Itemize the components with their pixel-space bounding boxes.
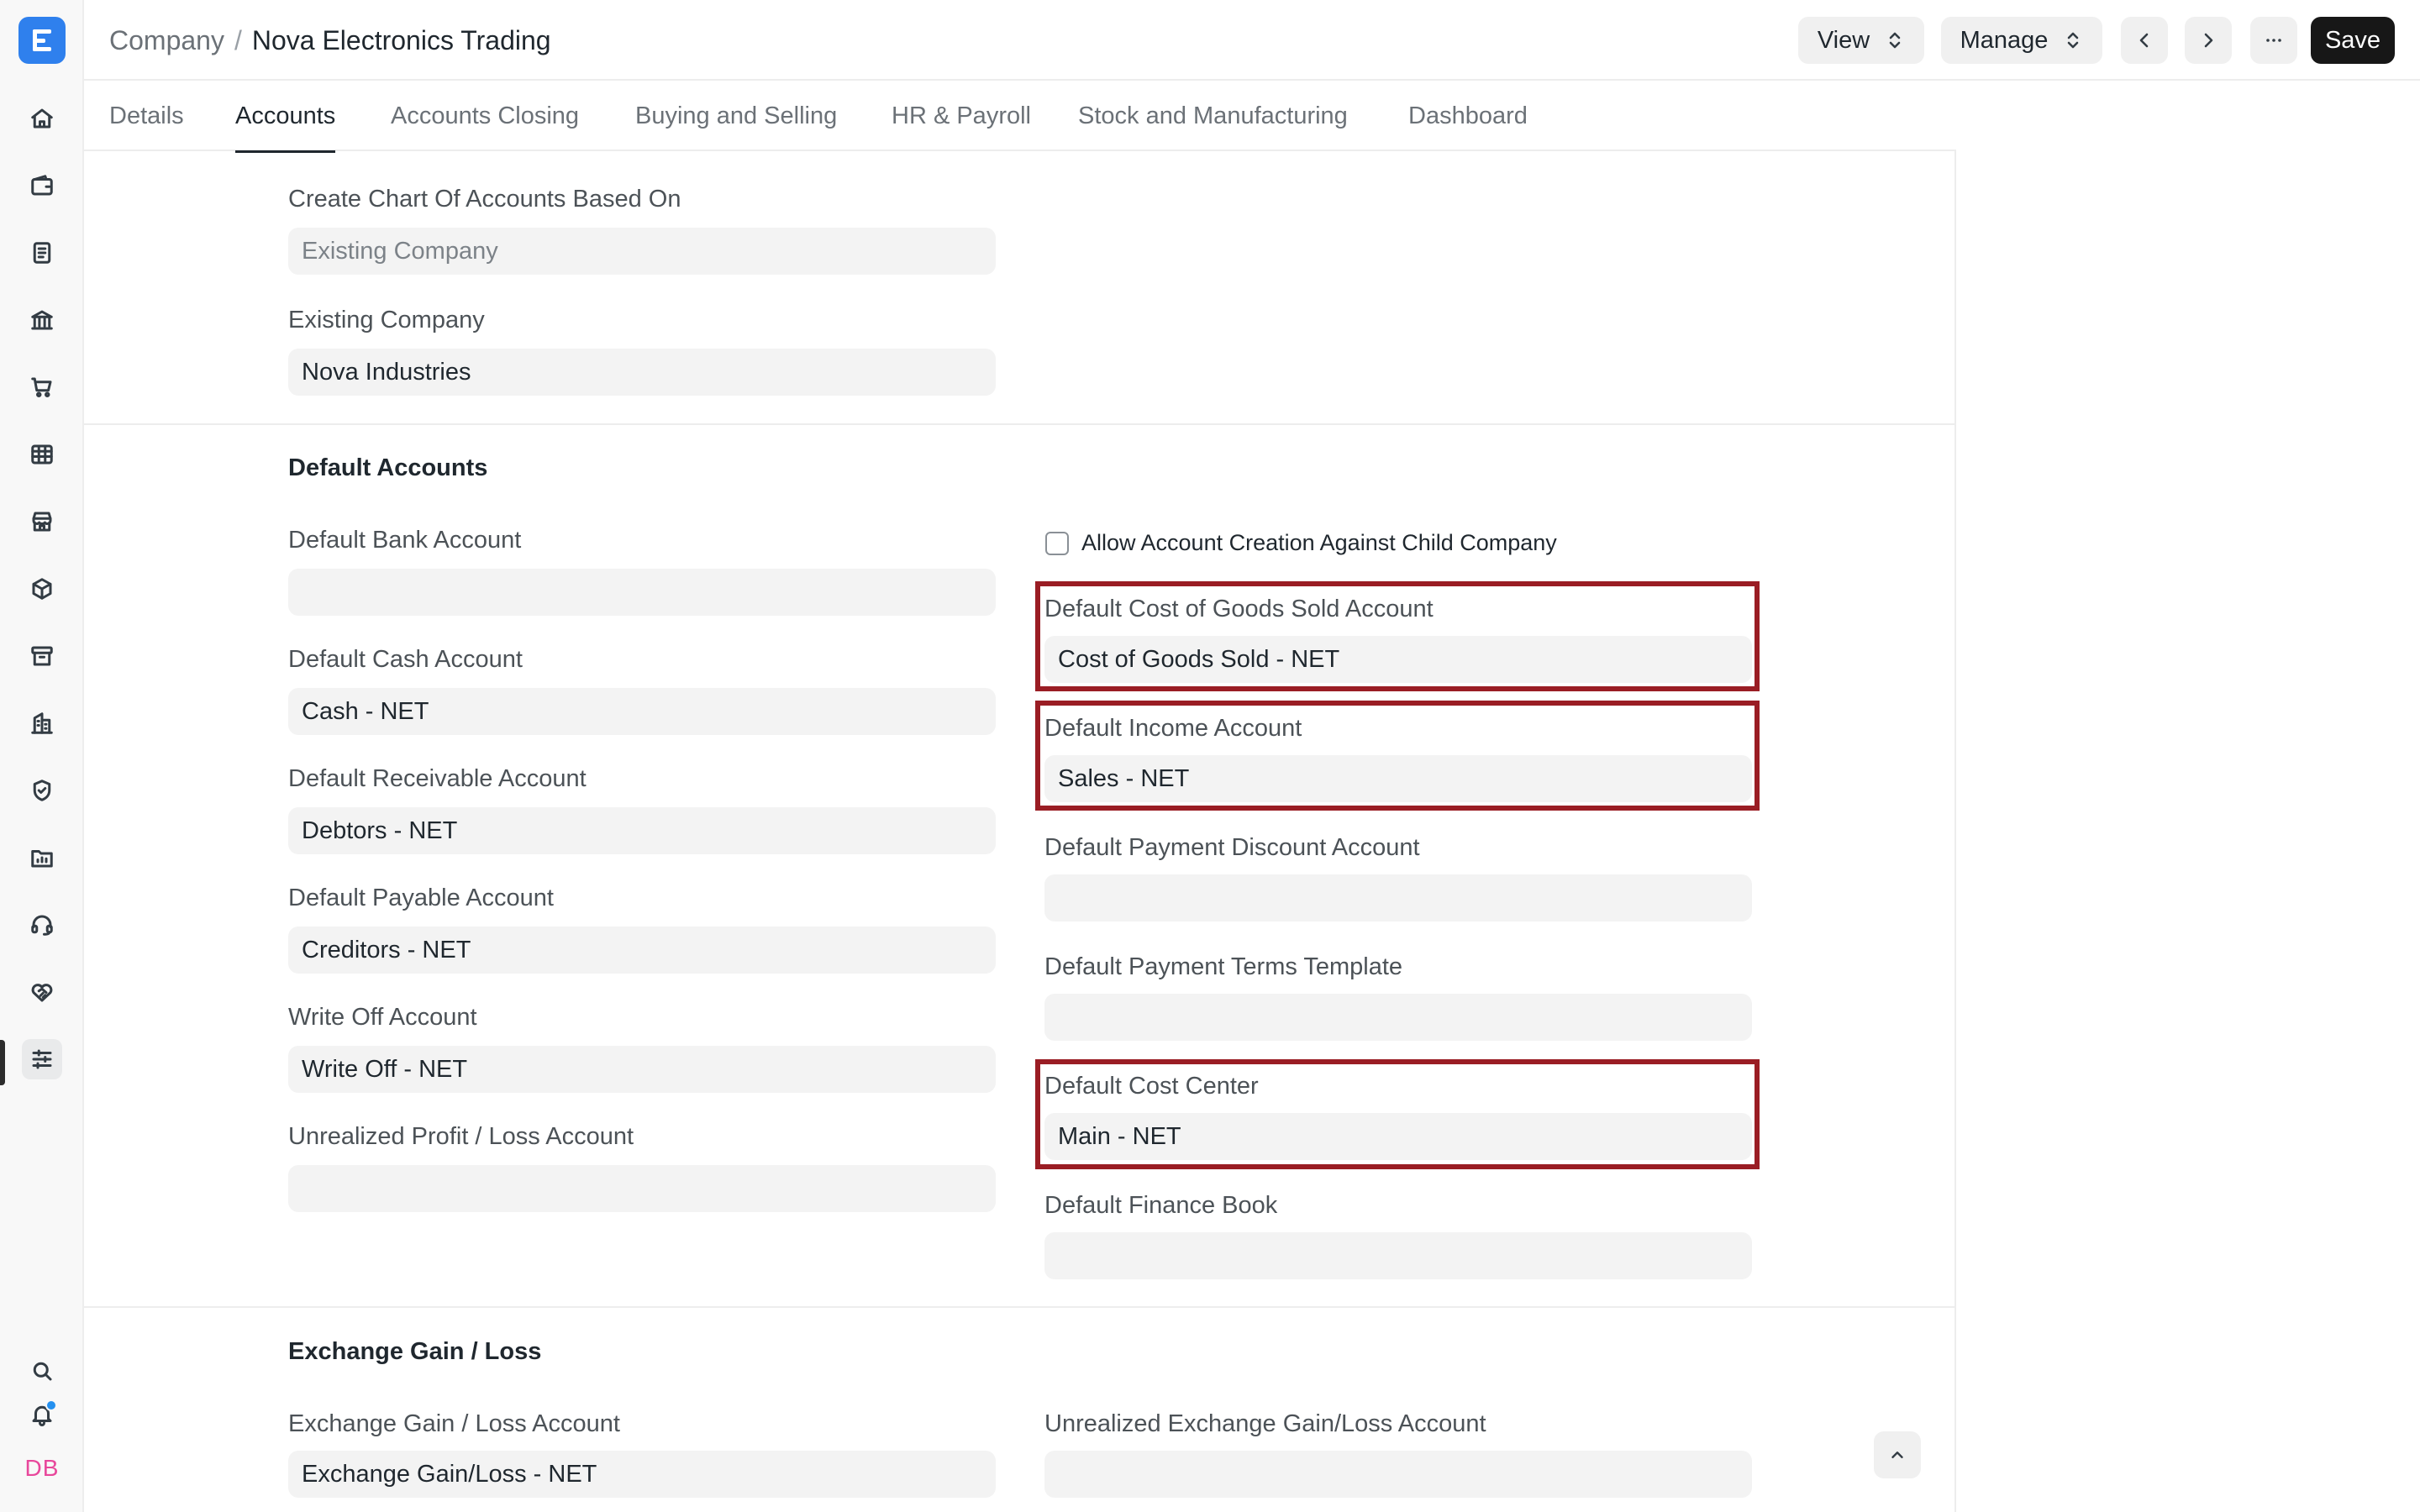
- chevron-right-icon: [2204, 33, 2213, 48]
- home-icon[interactable]: [22, 98, 62, 139]
- page-header: Company / Nova Electronics Trading View Ma…: [84, 0, 2420, 81]
- unrealized-exchange-gain-loss-account-field[interactable]: [1044, 1451, 1752, 1498]
- highlight-box-cogs: [1035, 581, 1760, 691]
- tab-accounts[interactable]: Accounts: [235, 82, 336, 153]
- write-off-account-label: Write Off Account: [288, 1004, 477, 1031]
- highlight-box-income: [1035, 701, 1760, 811]
- shield-icon[interactable]: [22, 770, 62, 811]
- default-payable-account-label: Default Payable Account: [288, 885, 554, 911]
- save-button[interactable]: Save: [2311, 17, 2395, 64]
- bell-icon[interactable]: [22, 1394, 62, 1435]
- exchange-gain-loss-account-field[interactable]: Exchange Gain/Loss - NET: [288, 1451, 996, 1498]
- tab-bar: Details Accounts Accounts Closing Buying…: [84, 82, 1956, 153]
- previous-record-button[interactable]: [2121, 17, 2168, 64]
- manage-button[interactable]: Manage: [1941, 17, 2102, 64]
- scroll-to-top-button[interactable]: [1874, 1431, 1921, 1478]
- page-title: Nova Electronics Trading: [251, 25, 551, 55]
- headset-icon[interactable]: [22, 905, 62, 945]
- section-divider: [84, 423, 1956, 425]
- default-finance-book-label: Default Finance Book: [1044, 1192, 1278, 1219]
- chevron-up-icon: [1891, 1452, 1903, 1458]
- allow-account-creation-checkbox[interactable]: [1045, 532, 1069, 555]
- logo-icon: [33, 29, 51, 51]
- more-horizontal-icon: [2266, 39, 2281, 42]
- existing-company-field[interactable]: Nova Industries: [288, 349, 996, 396]
- view-button-label: View: [1817, 26, 1870, 54]
- tab-buying-and-selling[interactable]: Buying and Selling: [635, 82, 837, 151]
- wallet-icon[interactable]: [22, 165, 62, 206]
- sliders-icon[interactable]: [22, 1039, 62, 1079]
- chevron-up-down-icon: [1889, 32, 1901, 49]
- manage-button-label: Manage: [1960, 26, 2049, 54]
- archive-icon[interactable]: [22, 636, 62, 676]
- default-finance-book-field[interactable]: [1044, 1232, 1752, 1279]
- search-icon[interactable]: [22, 1351, 62, 1391]
- existing-company-label: Existing Company: [288, 307, 485, 333]
- create-coa-label: Create Chart Of Accounts Based On: [288, 186, 681, 213]
- breadcrumb: Company / Nova Electronics Trading: [109, 24, 551, 57]
- notification-dot: [45, 1399, 57, 1411]
- default-payment-discount-account-field[interactable]: [1044, 874, 1752, 921]
- default-payment-terms-template-field[interactable]: [1044, 994, 1752, 1041]
- tab-accounts-closing[interactable]: Accounts Closing: [391, 82, 579, 151]
- section-divider: [84, 1306, 1956, 1308]
- default-payment-terms-template-label: Default Payment Terms Template: [1044, 953, 1403, 980]
- more-actions-button[interactable]: [2250, 17, 2297, 64]
- default-receivable-account-field[interactable]: Debtors - NET: [288, 807, 996, 854]
- write-off-account-field[interactable]: Write Off - NET: [288, 1046, 996, 1093]
- folder-chart-icon[interactable]: [22, 837, 62, 878]
- view-button[interactable]: View: [1798, 17, 1924, 64]
- bank-icon[interactable]: [22, 300, 62, 340]
- highlight-box-cost-center: [1035, 1059, 1760, 1169]
- chevron-up-down-icon: [2068, 32, 2079, 49]
- exchange-gain-loss-title: Exchange Gain / Loss: [288, 1338, 542, 1365]
- table-icon[interactable]: [22, 434, 62, 475]
- handshake-icon[interactable]: [22, 972, 62, 1012]
- exchange-gain-loss-account-label: Exchange Gain / Loss Account: [288, 1410, 620, 1437]
- tab-details[interactable]: Details: [109, 82, 184, 151]
- allow-account-creation-label: Allow Account Creation Against Child Com…: [1081, 530, 1557, 555]
- default-receivable-account-label: Default Receivable Account: [288, 765, 587, 792]
- active-nav-indicator: [0, 1040, 5, 1085]
- store-icon[interactable]: [22, 501, 62, 542]
- unrealized-exchange-gain-loss-account-label: Unrealized Exchange Gain/Loss Account: [1044, 1410, 1486, 1437]
- next-record-button[interactable]: [2185, 17, 2232, 64]
- unrealized-profit-loss-account-field[interactable]: [288, 1165, 996, 1212]
- sidebar: DB: [0, 0, 84, 1512]
- chevron-left-icon: [2139, 33, 2149, 48]
- tab-hr-payroll[interactable]: HR & Payroll: [892, 82, 1031, 151]
- default-payment-discount-account-label: Default Payment Discount Account: [1044, 834, 1420, 861]
- box-icon[interactable]: [22, 569, 62, 609]
- receipt-icon[interactable]: [22, 233, 62, 273]
- app-logo[interactable]: [18, 17, 66, 64]
- breadcrumb-separator: /: [234, 25, 242, 55]
- app-window: DB Company / Nova Electronics Trading View…: [0, 0, 2420, 1512]
- default-cash-account-label: Default Cash Account: [288, 646, 523, 673]
- tab-dashboard[interactable]: Dashboard: [1408, 82, 1528, 151]
- create-coa-field[interactable]: Existing Company: [288, 228, 996, 275]
- user-avatar[interactable]: DB: [20, 1452, 64, 1485]
- breadcrumb-root[interactable]: Company: [109, 25, 224, 55]
- default-payable-account-field[interactable]: Creditors - NET: [288, 927, 996, 974]
- unrealized-profit-loss-account-label: Unrealized Profit / Loss Account: [288, 1123, 634, 1150]
- cart-icon[interactable]: [22, 367, 62, 407]
- default-bank-account-label: Default Bank Account: [288, 527, 522, 554]
- default-bank-account-field[interactable]: [288, 569, 996, 616]
- default-cash-account-field[interactable]: Cash - NET: [288, 688, 996, 735]
- building-icon[interactable]: [22, 703, 62, 743]
- default-accounts-title: Default Accounts: [288, 454, 488, 481]
- tab-stock-and-manufacturing[interactable]: Stock and Manufacturing: [1078, 82, 1348, 151]
